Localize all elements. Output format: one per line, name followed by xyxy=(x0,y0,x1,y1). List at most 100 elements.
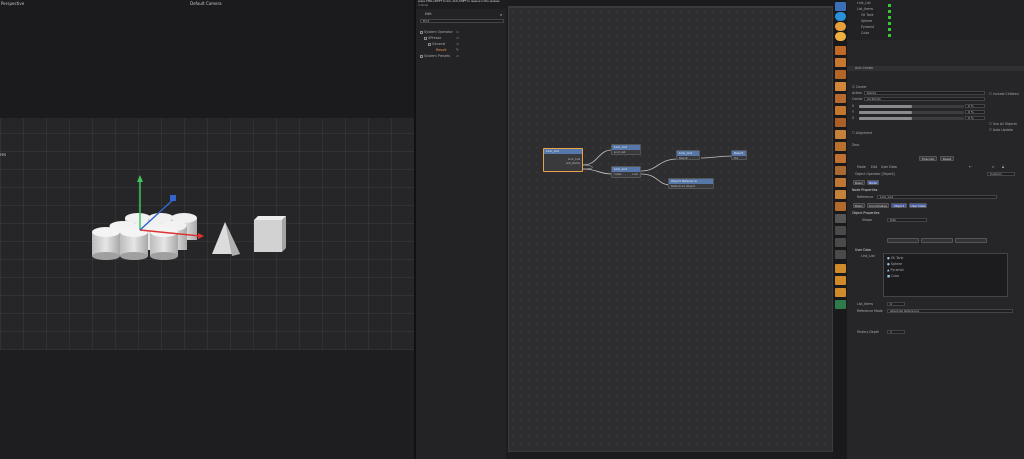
tool-icon[interactable] xyxy=(835,214,846,223)
x-percent[interactable]: 0 % xyxy=(965,104,985,108)
node-ports[interactable]: Index Link xyxy=(612,172,640,176)
tree-item-xpresso[interactable]: XPresso xyxy=(424,36,441,41)
tool-icon[interactable] xyxy=(835,118,846,127)
list-item[interactable]: ● Sphere xyxy=(887,262,902,266)
node-port[interactable]: List_Items xyxy=(544,161,582,165)
reference-field[interactable]: Link_List xyxy=(877,195,997,199)
upload-icon[interactable] xyxy=(835,238,846,247)
mode-menu[interactable]: Mode xyxy=(857,165,866,169)
tool-icon[interactable] xyxy=(835,130,846,139)
visibility-toggle[interactable] xyxy=(888,14,892,19)
node-result[interactable]: Result Hit xyxy=(731,150,747,160)
object-item[interactable]: Cube xyxy=(861,31,869,35)
object-item[interactable]: Sphere xyxy=(861,19,872,23)
download-icon[interactable] xyxy=(835,226,846,235)
list-item[interactable]: ▲ Pyramid xyxy=(887,268,904,272)
object-item[interactable]: Oil Tank xyxy=(861,13,874,17)
camera-label[interactable]: Default Camera xyxy=(190,1,222,6)
shape-select[interactable]: Oak xyxy=(887,218,927,222)
tool-icon[interactable] xyxy=(835,58,846,67)
reference-mode-select[interactable]: Absolute Reference xyxy=(887,309,1013,313)
tab-basic[interactable]: Basic xyxy=(853,203,865,208)
user-data-menu[interactable]: User Data xyxy=(881,165,897,169)
tool-icon[interactable] xyxy=(835,12,846,21)
art-icon[interactable] xyxy=(835,264,846,273)
art-icon[interactable] xyxy=(835,300,846,309)
y-percent[interactable]: 0 % xyxy=(965,110,985,114)
node-port[interactable]: Hit xyxy=(732,156,746,160)
node-object-reference[interactable]: Object Reference Reference Object xyxy=(668,178,714,189)
tool-icon[interactable] xyxy=(835,94,846,103)
list-items-field[interactable]: 0 xyxy=(887,302,905,306)
link-list-box[interactable]: ● Oil Tank ● Sphere ▲ Pyramid ■ Cube xyxy=(883,253,1008,297)
search-icon[interactable]: ⌕ xyxy=(992,164,994,169)
history-depth-field[interactable]: 1 xyxy=(887,330,905,334)
include-children-checkbox[interactable]: ☐ Include Children xyxy=(989,92,1019,96)
art-icon[interactable] xyxy=(835,288,846,297)
list-item[interactable]: ■ Cube xyxy=(887,274,899,278)
custom-select[interactable]: Custom xyxy=(987,172,1015,176)
search-input[interactable]: Find xyxy=(420,19,504,23)
node-link-list-main[interactable]: Link_List Link_List List_Items xyxy=(543,148,583,172)
align-label[interactable]: ☐ Alignment xyxy=(852,131,872,135)
tab-coordinates[interactable]: Coordinates xyxy=(867,203,889,208)
segment-button[interactable] xyxy=(921,238,953,243)
tree-item-system-operator[interactable]: System Operator xyxy=(420,30,453,35)
art-icon[interactable] xyxy=(835,276,846,285)
edit-menu[interactable]: Edit xyxy=(425,12,432,16)
node-port[interactable]: Reference Object xyxy=(669,184,713,188)
node-port[interactable]: Result xyxy=(677,156,699,160)
tool-icon[interactable] xyxy=(835,142,846,151)
tool-icon[interactable] xyxy=(835,82,846,91)
list-item[interactable]: ● Oil Tank xyxy=(887,256,903,260)
visibility-toggle[interactable] xyxy=(888,8,892,13)
z-slider[interactable] xyxy=(859,117,964,120)
center-select[interactable]: All Points xyxy=(864,97,985,101)
object-item[interactable]: List_Items xyxy=(857,7,873,11)
tool-icon[interactable] xyxy=(835,154,846,163)
back-arrow-icon[interactable]: ← xyxy=(969,164,972,169)
scene-objects[interactable] xyxy=(80,170,300,270)
light-icon[interactable] xyxy=(835,32,846,41)
xpresso-menu[interactable]: Edit ⌕ xyxy=(420,12,504,17)
auto-update-checkbox[interactable]: ☐ Auto Update xyxy=(989,128,1013,132)
visibility-toggle[interactable] xyxy=(888,26,892,31)
object-item[interactable]: Link_List xyxy=(857,1,871,5)
tree-item-system-presets[interactable]: System Presets xyxy=(420,54,450,59)
tree-item-general[interactable]: General xyxy=(428,42,445,47)
tool-icon[interactable] xyxy=(835,202,846,211)
tab-node[interactable]: Node xyxy=(867,180,879,185)
tool-icon[interactable] xyxy=(835,106,846,115)
tool-icon[interactable] xyxy=(835,166,846,175)
lock-icon[interactable]: 🔒︎ xyxy=(1002,164,1004,169)
tab-basic[interactable]: Basic xyxy=(853,180,865,185)
tab-object[interactable]: Object xyxy=(891,203,907,208)
node-link-list-a[interactable]: Link_List Link List xyxy=(611,144,641,155)
center-checkbox[interactable]: ☑ Center xyxy=(852,85,867,89)
tool-icon[interactable] xyxy=(835,190,846,199)
tool-icon[interactable] xyxy=(835,70,846,79)
tab-user-data[interactable]: User Data xyxy=(909,203,927,208)
tool-icon[interactable] xyxy=(835,250,846,259)
tool-icon[interactable] xyxy=(835,2,846,11)
node-link-list-b[interactable]: Link_List Index Link xyxy=(611,166,641,178)
3d-viewport[interactable]: Perspective Default Camera res xyxy=(0,0,414,459)
tool-icon[interactable] xyxy=(835,46,846,55)
object-item[interactable]: Pyramid xyxy=(861,25,874,29)
segment-button[interactable] xyxy=(955,238,987,243)
segment-button[interactable] xyxy=(887,238,919,243)
reset-button[interactable]: Reset xyxy=(940,156,954,161)
visibility-toggle[interactable] xyxy=(888,20,892,25)
node-link-list-c[interactable]: Link_List Result xyxy=(676,150,700,160)
x-slider[interactable] xyxy=(859,105,964,108)
y-slider[interactable] xyxy=(859,111,964,114)
tree-item-result[interactable]: Result xyxy=(436,48,446,53)
visibility-toggle[interactable] xyxy=(888,2,892,7)
node-port[interactable]: Link List xyxy=(612,150,640,154)
edit-menu[interactable]: Edit xyxy=(871,165,877,169)
visibility-toggle[interactable] xyxy=(888,32,892,37)
z-percent[interactable]: 0 % xyxy=(965,116,985,120)
tool-icon[interactable] xyxy=(835,22,846,31)
search-icon[interactable]: ⌕ xyxy=(500,12,502,17)
execute-button[interactable]: Execute xyxy=(919,156,937,161)
